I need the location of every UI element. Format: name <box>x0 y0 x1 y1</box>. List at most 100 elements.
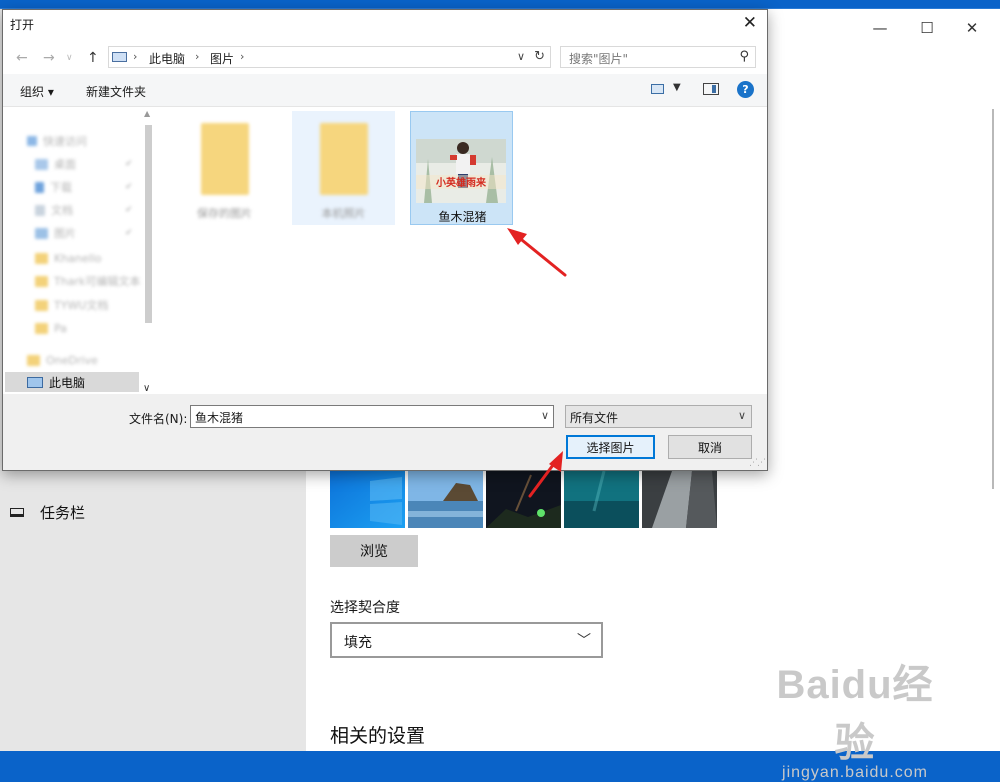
star-icon <box>27 136 37 146</box>
organize-button[interactable]: 组织 ▾ <box>20 83 54 100</box>
nav-item-label: 图片 <box>54 227 76 240</box>
wallpaper-thumb-underwater[interactable] <box>564 471 639 528</box>
close-icon[interactable]: ✕ <box>743 13 757 33</box>
pin-icon: ✔ <box>125 205 133 215</box>
nav-onedrive[interactable]: OneDrive <box>27 350 98 370</box>
nav-item-folder[interactable]: Khanello <box>35 248 102 268</box>
nav-item-label: TYWU文档 <box>54 299 109 312</box>
browse-button[interactable]: 浏览 <box>330 535 418 567</box>
resize-grip-icon[interactable]: ⋰⋰ <box>749 458 766 468</box>
baidu-watermark: Baidu经验 jingyan.baidu.com <box>760 652 950 782</box>
folder-icon <box>35 252 48 264</box>
fit-select-value: 填充 <box>344 635 372 651</box>
navigation-row: ← → ∨ ↑ › 此电脑 › 图片 › ∨ ↻ 搜索"图片" ⚲ <box>3 44 767 72</box>
dialog-footer: 文件名(N): 鱼木混猪 ∨ 所有文件 ∨ 选择图片 取消 ⋰⋰ <box>3 394 767 470</box>
filename-label: 文件名(N): <box>129 412 188 426</box>
nav-item-label: 快速访问 <box>43 135 87 148</box>
wallpaper-thumb-rock[interactable] <box>642 471 717 528</box>
open-button[interactable]: 选择图片 <box>566 435 655 459</box>
image-thumbnail: 小英雄雨来 <box>416 139 506 203</box>
recent-dropdown-icon[interactable]: ∨ <box>66 53 73 63</box>
nav-this-pc[interactable]: 此电脑 <box>27 374 85 391</box>
cloud-folder-icon <box>27 354 40 366</box>
view-icon[interactable] <box>651 84 664 94</box>
computer-icon <box>27 377 43 388</box>
image-caption: 小英雄雨来 <box>435 176 487 189</box>
watermark-sub: jingyan.baidu.com <box>782 764 928 781</box>
pin-icon: ✔ <box>125 228 133 238</box>
nav-item-folder[interactable]: Thark可编辑文本 <box>35 271 140 291</box>
wallpaper-thumb-beach[interactable] <box>408 471 483 528</box>
nav-item-folder[interactable]: TYWU文档 <box>35 295 108 315</box>
filetype-select[interactable]: 所有文件 ∨ <box>565 405 752 428</box>
nav-item-label: Pa <box>54 321 67 335</box>
scroll-up-icon[interactable]: ▲ <box>144 109 150 118</box>
breadcrumb-pictures[interactable]: 图片 <box>210 50 234 67</box>
folder-icon <box>35 299 48 311</box>
chevron-down-icon[interactable]: ∨ <box>541 409 549 422</box>
cancel-button[interactable]: 取消 <box>668 435 752 459</box>
minimize-icon[interactable]: — <box>870 19 890 37</box>
wallpaper-thumb-night[interactable] <box>486 471 561 528</box>
nav-item-pictures[interactable]: 图片 ✔ <box>35 223 133 243</box>
maximize-icon[interactable]: ☐ <box>917 19 937 37</box>
document-icon <box>35 204 45 216</box>
desktop-icon <box>35 158 48 170</box>
search-icon: ⚲ <box>739 49 749 64</box>
download-icon <box>35 181 44 193</box>
chevron-down-icon: ﹀ <box>577 633 591 649</box>
chevron-down-icon: ∨ <box>737 409 746 422</box>
file-item-folder[interactable]: 本机照片 <box>292 111 395 225</box>
search-input[interactable]: 搜索"图片" ⚲ <box>560 46 756 68</box>
back-icon[interactable]: ← <box>16 50 28 66</box>
search-placeholder: 搜索"图片" <box>569 52 629 66</box>
breadcrumb-this-pc[interactable]: 此电脑 <box>149 50 185 67</box>
up-icon[interactable]: ↑ <box>87 50 99 66</box>
navigation-pane: 快速访问 桌面 ✔ 下载 ✔ 文档 ✔ 图片 ✔ Khanello Thark可… <box>3 107 157 394</box>
file-item-image-selected[interactable]: 小英雄雨来 鱼木混猪 <box>410 111 513 225</box>
nav-item-label: 文档 <box>51 204 73 217</box>
nav-scrollbar[interactable]: ▲ ∨ <box>142 109 154 395</box>
settings-scrollbar[interactable] <box>992 109 994 489</box>
nav-quick-access[interactable]: 快速访问 <box>27 131 87 151</box>
help-icon[interactable]: ? <box>737 81 754 98</box>
nav-item-folder[interactable]: Pa <box>35 318 67 338</box>
address-bar[interactable]: › 此电脑 › 图片 › ∨ ↻ <box>108 46 551 68</box>
forward-icon[interactable]: → <box>43 50 55 66</box>
dialog-toolbar: 组织 ▾ 新建文件夹 ▼ ? <box>3 74 767 107</box>
sidebar-item-label: 任务栏 <box>40 504 86 522</box>
breadcrumb-separator: › <box>133 50 138 63</box>
nav-item-label: Khanello <box>54 251 102 265</box>
file-name: 本机照片 <box>321 207 366 220</box>
file-name: 鱼木混猪 <box>438 210 487 224</box>
computer-icon <box>112 52 127 62</box>
fit-select[interactable]: 填充 ﹀ <box>330 622 603 658</box>
scrollbar-thumb[interactable] <box>145 125 152 323</box>
chevron-down-icon[interactable]: ∨ <box>517 50 525 63</box>
new-folder-button[interactable]: 新建文件夹 <box>86 83 146 100</box>
close-icon[interactable]: ✕ <box>962 19 982 37</box>
taskbar-icon <box>10 508 24 517</box>
chevron-down-icon[interactable]: ∨ <box>143 383 150 394</box>
nav-item-documents[interactable]: 文档 ✔ <box>35 200 133 220</box>
recent-images <box>330 471 717 528</box>
nav-item-downloads[interactable]: 下载 ✔ <box>35 177 133 197</box>
dialog-title: 打开 <box>10 18 35 32</box>
filetype-value: 所有文件 <box>570 411 619 425</box>
open-dialog: 打开 ✕ ← → ∨ ↑ › 此电脑 › 图片 › ∨ ↻ 搜索"图片" ⚲ 组… <box>2 9 768 471</box>
pin-icon: ✔ <box>125 159 133 169</box>
file-item-folder[interactable]: 保存的图片 <box>173 111 276 225</box>
view-dropdown-icon[interactable]: ▼ <box>673 82 681 93</box>
refresh-icon[interactable]: ↻ <box>534 49 545 64</box>
filename-input[interactable]: 鱼木混猪 ∨ <box>190 405 554 428</box>
wallpaper-thumb-windows[interactable] <box>330 471 405 528</box>
folder-icon <box>201 123 249 195</box>
nav-item-desktop[interactable]: 桌面 ✔ <box>35 154 133 174</box>
pictures-icon <box>35 227 48 239</box>
nav-item-label: 下载 <box>50 181 72 194</box>
filename-value: 鱼木混猪 <box>195 411 244 425</box>
preview-pane-icon[interactable] <box>703 83 719 95</box>
sidebar-item-taskbar[interactable]: 任务栏 <box>10 502 85 523</box>
breadcrumb-separator: › <box>195 50 200 63</box>
nav-item-label: Thark可编辑文本 <box>54 275 141 288</box>
